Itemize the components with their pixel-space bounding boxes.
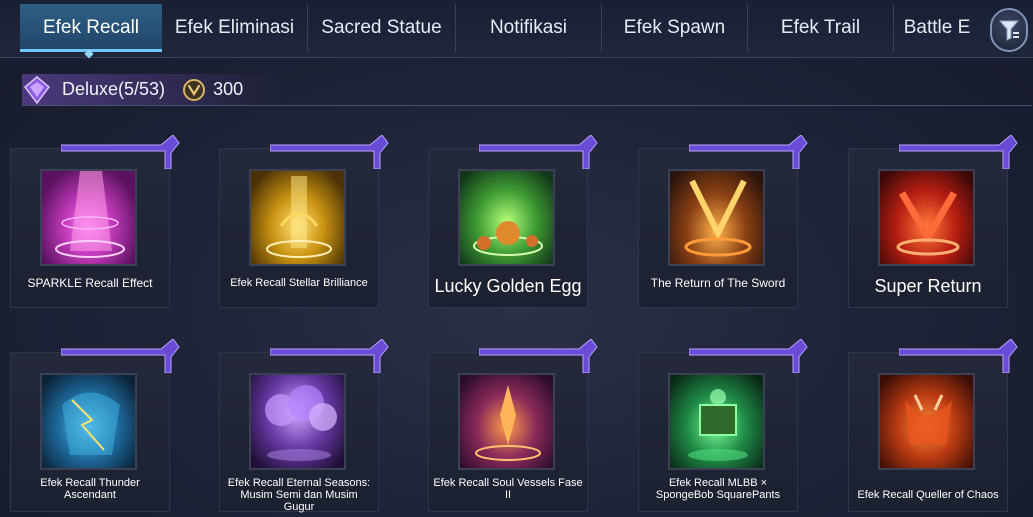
card-name: Efek Recall Soul Vessels Fase II <box>433 477 583 501</box>
card-name: Efek Recall Thunder Ascendant <box>40 477 140 501</box>
recall-card[interactable]: Efek Recall MLBB × SpongeBob SquarePants <box>638 339 808 512</box>
recall-card[interactable]: Efek Recall Eternal Seasons: Musim Semi … <box>219 339 389 513</box>
card-ribbon <box>689 135 808 169</box>
tab-battle[interactable]: Battle E <box>894 4 980 52</box>
card-ribbon <box>899 339 1018 373</box>
card-name: Super Return <box>874 276 982 296</box>
tab-efek-recall[interactable]: Efek Recall <box>20 4 162 52</box>
card-ribbon <box>61 135 180 169</box>
tab-notifikasi[interactable]: Notifikasi <box>456 4 602 52</box>
card-name: Efek Recall Queller of Chaos <box>857 489 999 501</box>
tab-efek-eliminasi[interactable]: Efek Eliminasi <box>162 4 308 52</box>
card-ribbon <box>61 339 180 373</box>
recall-effect-thumbnail <box>40 169 137 266</box>
card-name: Lucky Golden Egg <box>434 276 582 296</box>
recall-card[interactable]: The Return of The Sword <box>638 135 808 308</box>
recall-card[interactable]: Efek Recall Thunder Ascendant <box>10 339 180 512</box>
recall-effect-thumbnail <box>668 373 765 470</box>
recall-effect-thumbnail <box>458 169 555 266</box>
recall-effect-thumbnail <box>249 169 346 266</box>
card-ribbon <box>689 339 808 373</box>
recall-card[interactable]: Super Return <box>848 135 1018 308</box>
coin-count: 300 <box>213 79 244 99</box>
deluxe-header: Deluxe(5/53) 300 <box>22 74 1032 106</box>
recall-card[interactable]: Efek Recall Queller of Chaos <box>848 339 1018 512</box>
card-ribbon <box>899 135 1018 169</box>
filter-icon <box>998 20 1020 41</box>
tab-efek-trail[interactable]: Efek Trail <box>748 4 894 52</box>
card-ribbon <box>270 135 389 169</box>
recall-effect-thumbnail <box>668 169 765 266</box>
recall-card[interactable]: Lucky Golden Egg <box>428 135 598 308</box>
card-name: Efek Recall MLBB × SpongeBob SquarePants <box>655 477 781 501</box>
active-tab-indicator: ◆ <box>84 46 94 60</box>
recall-effect-thumbnail <box>40 373 137 470</box>
recall-effect-thumbnail <box>878 373 975 470</box>
card-name: SPARKLE Recall Effect <box>27 276 153 290</box>
card-ribbon <box>270 339 389 373</box>
tab-sacred-statue[interactable]: Sacred Statue <box>308 4 456 52</box>
coin-icon <box>183 78 206 101</box>
deluxe-gem-icon <box>23 75 51 104</box>
filter-button[interactable] <box>990 8 1028 52</box>
deluxe-label: Deluxe(5/53) <box>62 79 166 99</box>
recall-effect-thumbnail <box>458 373 555 470</box>
recall-effect-thumbnail <box>878 169 975 266</box>
tab-efek-spawn[interactable]: Efek Spawn <box>602 4 748 52</box>
card-ribbon <box>479 339 598 373</box>
recall-card[interactable]: SPARKLE Recall Effect <box>10 135 180 308</box>
recall-effect-thumbnail <box>249 373 346 470</box>
card-name: The Return of The Sword <box>650 276 786 290</box>
recall-card[interactable]: Efek Recall Stellar Brilliance <box>219 135 389 308</box>
card-name: Efek Recall Stellar Brilliance <box>230 277 368 289</box>
card-name: Efek Recall Eternal Seasons: Musim Semi … <box>227 477 371 513</box>
recall-card[interactable]: Efek Recall Soul Vessels Fase II <box>428 339 598 512</box>
tab-bar: Efek Recall Efek Eliminasi Sacred Statue… <box>0 0 1033 60</box>
card-ribbon <box>479 135 598 169</box>
